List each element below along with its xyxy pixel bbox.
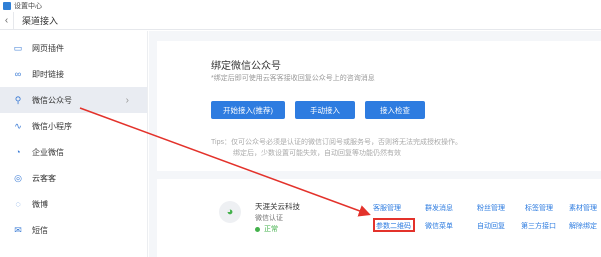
sidebar-item-cloud-chat[interactable]: ◎ 云客客 xyxy=(0,165,147,191)
action-customer-service[interactable]: 客服管理 xyxy=(373,203,401,213)
tips-line-1: Tips：仅可公众号必须是认证的微信订阅号或服务号，否则将无法完成授权操作。 xyxy=(211,139,462,146)
top-navbar: ‹ 渠道接入 xyxy=(0,11,601,30)
page-title: 渠道接入 xyxy=(22,16,59,26)
sidebar-item-label: 即时链接 xyxy=(32,69,64,79)
action-fan-management[interactable]: 粉丝管理 xyxy=(477,203,505,213)
sidebar-item-weibo[interactable]: ◌ 微博 xyxy=(0,191,147,217)
account-card: ◕ 天涯关云科技 微信认证 正常 客服管理 群发消息 粉丝管理 标签管理 素材管… xyxy=(157,179,601,257)
action-auto-reply[interactable]: 自动回复 xyxy=(477,221,505,231)
action-third-party-api[interactable]: 第三方接口 xyxy=(521,221,556,231)
sidebar-item-web-plugin[interactable]: ▭ 网页插件 xyxy=(0,35,147,61)
action-wechat-menu[interactable]: 微信菜单 xyxy=(425,221,453,231)
sidebar-item-label: 短信 xyxy=(32,225,48,235)
account-name: 天涯关云科技 xyxy=(255,202,300,211)
chevron-right-icon: › xyxy=(125,94,129,106)
sidebar-item-label: 云客客 xyxy=(32,173,56,183)
app-logo-icon xyxy=(3,2,11,10)
sidebar-item-sms[interactable]: ✉ 短信 xyxy=(0,217,147,243)
sidebar-item-instant-link[interactable]: ∞ 即时链接 xyxy=(0,61,147,87)
window-title: 设置中心 xyxy=(14,3,42,10)
status-text: 正常 xyxy=(264,226,278,233)
card-title: 绑定微信公众号 xyxy=(211,61,281,72)
wechat-icon: ◕ xyxy=(219,201,241,223)
sidebar-item-label: 网页插件 xyxy=(32,43,64,53)
bind-wechat-card: 绑定微信公众号 *绑定后即可使用云客客接收回复公众号上的咨询消息 开始接入(推荐… xyxy=(157,41,601,171)
chat-bubble-icon: ◎ xyxy=(14,172,22,183)
tips-text: Tips：仅可公众号必须是认证的微信订阅号或服务号，否则将无法完成授权操作。 绑… xyxy=(211,137,551,159)
card-description: *绑定后即可使用云客客接收回复公众号上的咨询消息 xyxy=(211,75,375,82)
weibo-icon: ◌ xyxy=(15,199,21,209)
action-tag-management[interactable]: 标签管理 xyxy=(525,203,553,213)
action-mass-message[interactable]: 群发消息 xyxy=(425,203,453,213)
sidebar: ▭ 网页插件 ∞ 即时链接 ⚲ 微信公众号 › ∿ 微信小程序 ◔ 企业微信 ◎… xyxy=(0,31,148,257)
start-integration-button[interactable]: 开始接入(推荐) xyxy=(211,101,285,119)
sidebar-item-wecom[interactable]: ◔ 企业微信 xyxy=(0,139,147,165)
integration-check-button[interactable]: 接入检查 xyxy=(365,101,425,119)
sidebar-item-label: 微信小程序 xyxy=(32,121,72,131)
status-dot-icon xyxy=(255,226,260,232)
action-unbind[interactable]: 解除绑定 xyxy=(569,221,597,231)
back-button[interactable]: ‹ xyxy=(0,11,14,30)
chevron-left-icon: ‹ xyxy=(4,15,9,26)
tips-line-2: 绑定后，少数设置可能失效，自动回复等功能仍然有效 xyxy=(233,150,401,157)
monitor-icon: ▭ xyxy=(13,42,23,53)
sms-icon: ✉ xyxy=(14,224,22,235)
status-badge: 正常 xyxy=(255,224,278,234)
manual-integration-button[interactable]: 手动接入 xyxy=(295,101,355,119)
window-titlebar: 设置中心 xyxy=(0,0,601,12)
sidebar-item-label: 微信公众号 xyxy=(32,95,72,105)
wecom-icon: ◔ xyxy=(15,147,21,157)
wechat-link-icon: ⚲ xyxy=(14,94,22,105)
mini-program-icon: ∿ xyxy=(14,120,22,131)
highlight-box xyxy=(373,218,415,232)
sidebar-item-wechat-official[interactable]: ⚲ 微信公众号 › xyxy=(0,87,147,113)
account-type: 微信认证 xyxy=(255,215,283,222)
sidebar-item-mini-program[interactable]: ∿ 微信小程序 xyxy=(0,113,147,139)
action-material-management[interactable]: 素材管理 xyxy=(569,203,597,213)
sidebar-item-label: 企业微信 xyxy=(32,147,64,157)
sidebar-item-label: 微博 xyxy=(32,199,48,209)
main-content: 绑定微信公众号 *绑定后即可使用云客客接收回复公众号上的咨询消息 开始接入(推荐… xyxy=(149,31,601,257)
link-icon: ∞ xyxy=(14,69,22,79)
